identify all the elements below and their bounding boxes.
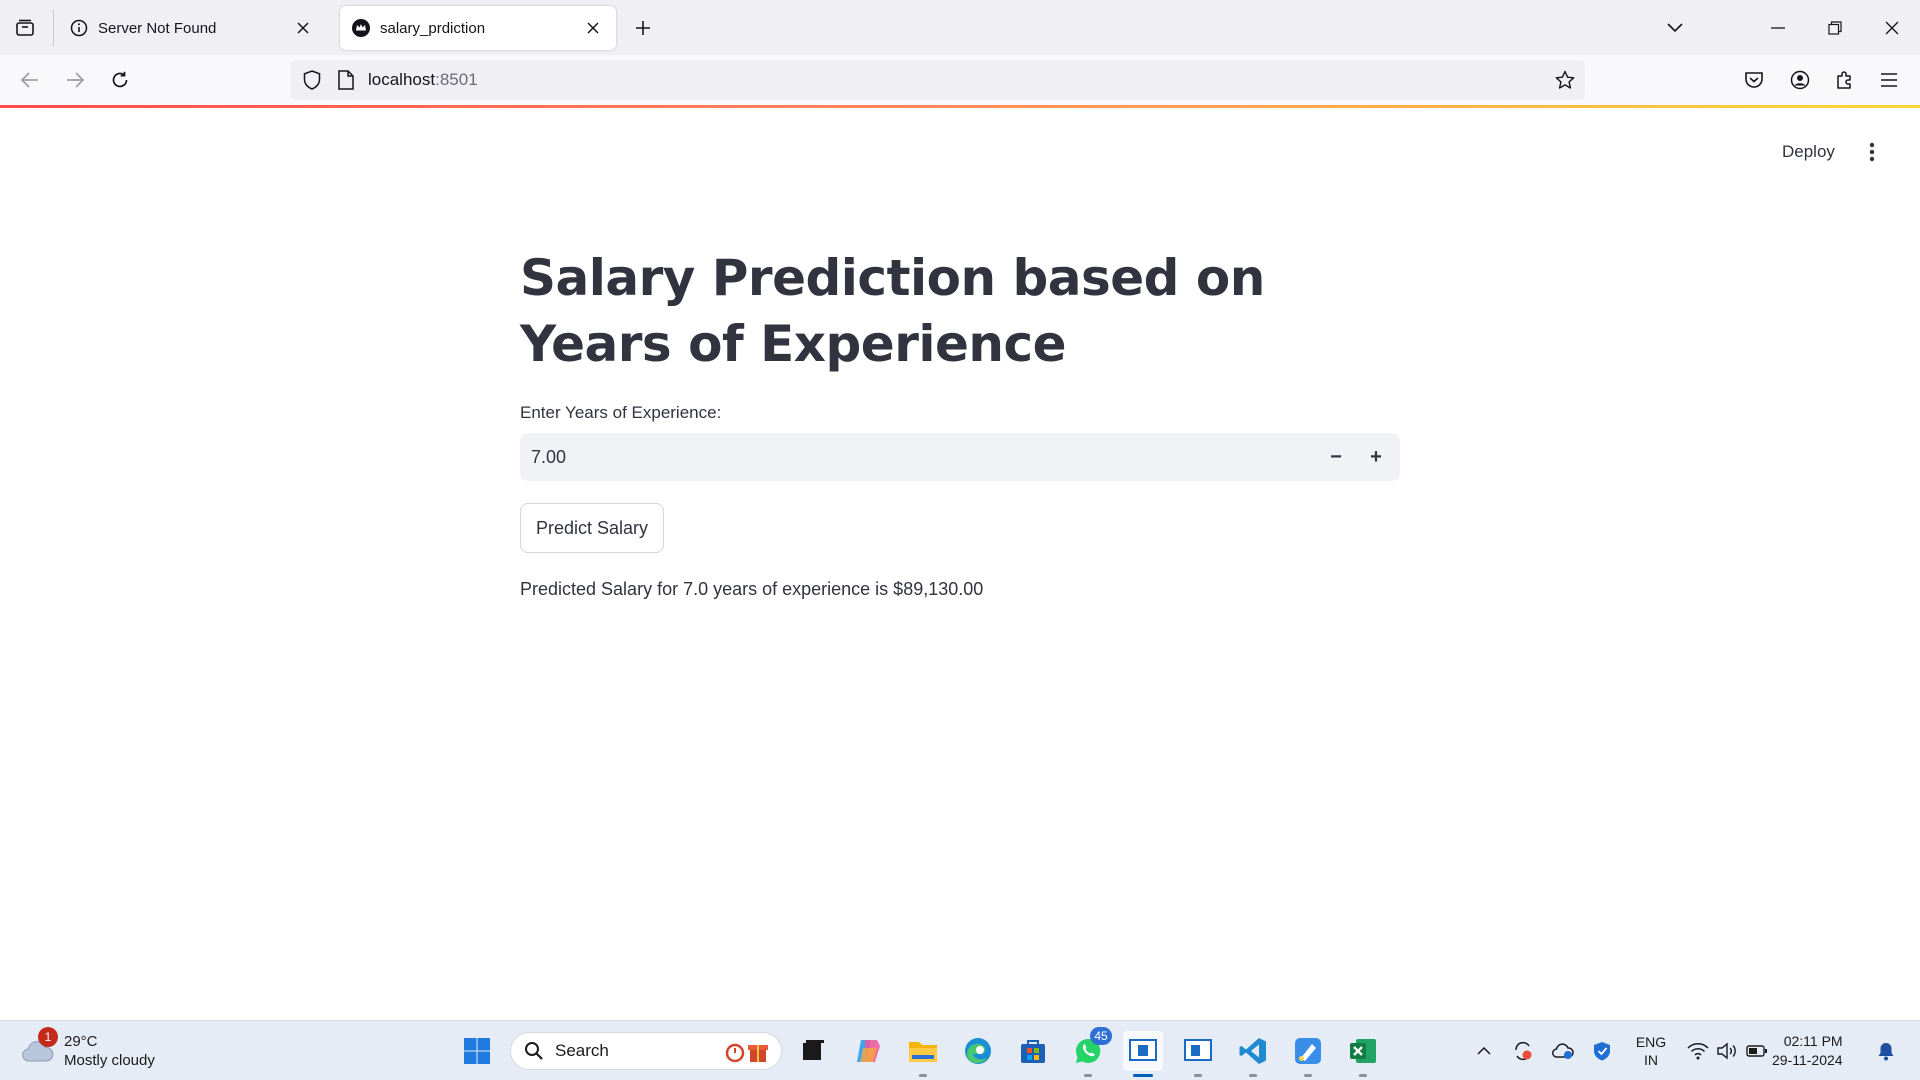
url-bar[interactable]: localhost:8501 — [290, 60, 1585, 100]
decrement-button[interactable]: − — [1316, 437, 1356, 477]
excel-icon[interactable] — [1343, 1031, 1383, 1077]
language-line2: IN — [1644, 1052, 1658, 1068]
tab-separator — [53, 10, 54, 46]
shield-icon[interactable] — [300, 68, 324, 92]
increment-button[interactable]: + — [1356, 437, 1396, 477]
copilot-icon[interactable] — [848, 1031, 888, 1071]
tab-title: salary_prdiction — [380, 19, 486, 37]
remote-desktop-2-icon[interactable] — [1178, 1031, 1218, 1077]
running-indicator — [919, 1074, 927, 1077]
main-content: Salary Prediction based on Years of Expe… — [520, 245, 1400, 600]
back-arrow-icon[interactable] — [14, 64, 46, 96]
years-input-field[interactable] — [531, 446, 1231, 468]
browser-navigation-bar: localhost:8501 — [0, 55, 1920, 105]
paint-app-icon[interactable] — [1288, 1031, 1328, 1077]
running-indicator — [1249, 1074, 1257, 1077]
years-input-label: Enter Years of Experience: — [520, 403, 722, 422]
weather-condition: Mostly cloudy — [64, 1052, 155, 1069]
page-title: Salary Prediction based on Years of Expe… — [520, 249, 1265, 373]
running-indicator — [1084, 1074, 1092, 1077]
show-hidden-icons-chevron-up-icon[interactable] — [1470, 1031, 1498, 1071]
minimize-icon[interactable] — [1758, 8, 1798, 48]
tab-list-icon[interactable] — [10, 13, 40, 43]
tab-title: Server Not Found — [98, 19, 217, 37]
windows-start-icon[interactable] — [457, 1031, 497, 1071]
weather-widget[interactable]: 1 29°C Mostly cloudy — [20, 1027, 155, 1073]
whatsapp-badge: 45 — [1090, 1027, 1112, 1045]
pocket-icon[interactable] — [1738, 64, 1770, 96]
edge-browser-icon[interactable] — [958, 1031, 998, 1071]
window-close-icon[interactable] — [1872, 8, 1912, 48]
running-indicator — [1304, 1074, 1312, 1077]
language-indicator[interactable]: ENG IN — [1631, 1031, 1671, 1071]
cloud-icon: 1 — [20, 1027, 58, 1069]
weather-temp: 29°C — [64, 1033, 98, 1050]
streamlit-crown-icon — [352, 19, 370, 37]
url-text[interactable]: localhost:8501 — [368, 70, 478, 90]
onedrive-cloud-icon[interactable] — [1549, 1031, 1577, 1071]
forward-arrow-icon[interactable] — [59, 64, 91, 96]
running-indicator — [1359, 1074, 1367, 1077]
tab-server-not-found[interactable]: Server Not Found — [58, 6, 326, 50]
years-number-input: − + — [520, 433, 1400, 481]
deploy-button[interactable]: Deploy — [1770, 136, 1847, 168]
account-icon[interactable] — [1784, 64, 1816, 96]
clock-time: 02:11 PM — [1783, 1033, 1843, 1049]
tab-salary-prediction[interactable]: salary_prdiction — [340, 6, 616, 50]
task-view-icon[interactable] — [792, 1031, 832, 1071]
active-indicator — [1133, 1074, 1153, 1077]
predict-salary-button[interactable]: Predict Salary — [520, 503, 665, 553]
bookmark-star-icon[interactable] — [1553, 68, 1577, 92]
security-shield-icon[interactable] — [1589, 1031, 1617, 1071]
whatsapp-icon[interactable]: 45 — [1068, 1027, 1112, 1077]
chevron-down-icon[interactable] — [1655, 8, 1695, 48]
restore-icon[interactable] — [1815, 8, 1855, 48]
url-host: localhost — [368, 70, 436, 89]
prediction-result: Predicted Salary for 7.0 years of experi… — [520, 579, 984, 599]
info-icon — [70, 19, 88, 37]
weather-badge: 1 — [38, 1027, 58, 1047]
battery-icon[interactable] — [1743, 1031, 1771, 1071]
sync-icon[interactable] — [1509, 1031, 1537, 1071]
new-tab-button[interactable] — [628, 13, 658, 43]
running-indicator — [1194, 1074, 1202, 1077]
search-label: Search — [555, 1041, 609, 1060]
file-explorer-icon[interactable] — [903, 1031, 943, 1077]
language-line1: ENG — [1635, 1034, 1667, 1050]
close-icon[interactable] — [292, 17, 314, 39]
page-icon[interactable] — [334, 68, 358, 92]
browser-tab-bar: Server Not Found salary_prdiction — [0, 0, 1920, 55]
streamlit-decoration-bar — [0, 105, 1920, 108]
microsoft-store-icon[interactable] — [1013, 1031, 1053, 1071]
vscode-icon[interactable] — [1233, 1031, 1273, 1077]
main-menu-icon[interactable] — [1856, 136, 1888, 168]
url-port: :8501 — [435, 70, 478, 89]
notification-bell-icon[interactable] — [1872, 1031, 1900, 1071]
taskbar-search[interactable]: Search — [510, 1032, 782, 1070]
wifi-icon[interactable] — [1684, 1031, 1712, 1071]
clock-date: 29-11-2024 — [1772, 1052, 1843, 1068]
volume-icon[interactable] — [1713, 1031, 1741, 1071]
reload-icon[interactable] — [104, 64, 136, 96]
search-highlight-icon — [723, 1039, 771, 1065]
extensions-icon[interactable] — [1829, 64, 1861, 96]
system-clock[interactable]: 02:11 PM 29-11-2024 — [1772, 1032, 1843, 1070]
close-icon[interactable] — [582, 17, 604, 39]
taskbar: 1 29°C Mostly cloudy Search 45 ENG IN 02… — [0, 1020, 1920, 1080]
search-icon — [523, 1040, 545, 1062]
remote-desktop-icon[interactable] — [1123, 1031, 1163, 1077]
menu-hamburger-icon[interactable] — [1873, 64, 1905, 96]
